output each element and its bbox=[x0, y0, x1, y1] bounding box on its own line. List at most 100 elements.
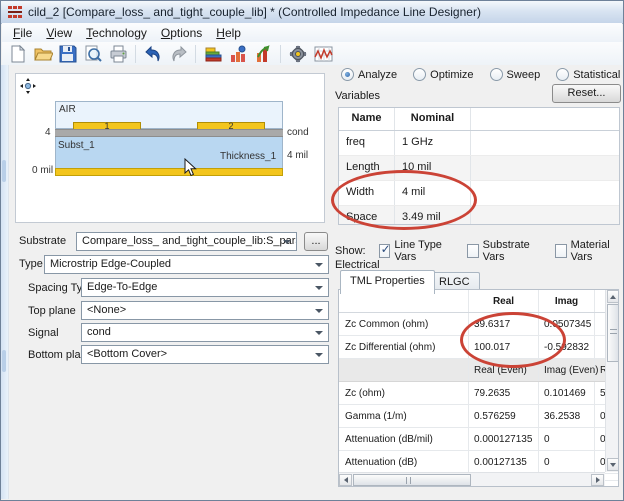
menu-help-accel: H bbox=[216, 26, 225, 40]
cond-label: cond bbox=[287, 127, 309, 138]
var-nominal[interactable]: 3.49 mil bbox=[395, 206, 471, 225]
top-plane-field-label: Top plane bbox=[28, 305, 76, 317]
reset-button[interactable]: Reset... bbox=[552, 84, 621, 103]
radio-analyze[interactable]: Analyze bbox=[341, 68, 397, 81]
checkbox-unchecked-icon bbox=[555, 244, 567, 258]
type-select[interactable]: Microstrip Edge-Coupled bbox=[44, 255, 329, 274]
open-file-button[interactable] bbox=[32, 44, 54, 64]
tml-properties-table[interactable]: Real Imag Zc Common (ohm) 39.6317 0.0507… bbox=[338, 289, 619, 487]
tml-row-label: Gamma (1/m) bbox=[339, 405, 469, 427]
scroll-right-button[interactable] bbox=[591, 474, 604, 486]
chevron-down-icon bbox=[315, 263, 323, 267]
title-bar[interactable]: cild_2 [Compare_loss_ and_tight_couple_l… bbox=[1, 1, 623, 24]
left-splitter[interactable] bbox=[1, 65, 9, 499]
checkbox-line-type-vars-label: Line Type Vars bbox=[394, 239, 453, 263]
new-document-icon bbox=[9, 45, 27, 63]
chevron-down-icon bbox=[315, 331, 323, 335]
plot-marker-button[interactable] bbox=[227, 44, 249, 64]
tml-row-label: Zc Differential (ohm) bbox=[339, 336, 469, 358]
table-row[interactable]: Attenuation (dB) 0.00127135 0 0.001 bbox=[339, 451, 618, 474]
checkbox-substrate-vars[interactable]: Substrate Vars bbox=[467, 239, 542, 263]
menu-file-rest: ile bbox=[20, 26, 32, 40]
menu-file[interactable]: File bbox=[6, 24, 39, 42]
app-window: cild_2 [Compare_loss_ and_tight_couple_l… bbox=[0, 0, 624, 501]
tml-cell-imag: 0.0507345 bbox=[539, 313, 595, 335]
tml-header-imag: Imag bbox=[539, 290, 595, 312]
waveform-plot-icon bbox=[314, 45, 333, 63]
type-select-value: Microstrip Edge-Coupled bbox=[50, 258, 171, 270]
conductor-layer[interactable] bbox=[55, 129, 283, 137]
bottom-cover-layer[interactable] bbox=[55, 168, 283, 176]
scroll-down-button[interactable] bbox=[607, 458, 619, 471]
radio-optimize[interactable]: Optimize bbox=[413, 68, 473, 81]
magnifier-icon bbox=[84, 45, 102, 63]
tml-subheader-row: Real (Even) Imag (Even) Real ( bbox=[339, 359, 618, 382]
signal-field-label: Signal bbox=[28, 327, 59, 339]
redo-button[interactable] bbox=[167, 44, 189, 64]
tab-tml-properties[interactable]: TML Properties bbox=[340, 270, 435, 294]
horizontal-scrollbar[interactable] bbox=[339, 472, 605, 487]
export-chart-button[interactable] bbox=[252, 44, 274, 64]
radio-sweep[interactable]: Sweep bbox=[490, 68, 541, 81]
tml-row-label: Zc Common (ohm) bbox=[339, 313, 469, 335]
scroll-up-button[interactable] bbox=[607, 290, 619, 303]
spacing-type-select[interactable]: Edge-To-Edge bbox=[81, 278, 329, 297]
reset-button-label: Reset... bbox=[568, 87, 606, 99]
radio-dot-icon bbox=[341, 68, 354, 81]
arrow-left-icon bbox=[344, 477, 348, 483]
tml-subheader-imag-even: Imag (Even) bbox=[539, 359, 595, 381]
table-row[interactable]: freq 1 GHz bbox=[339, 131, 619, 156]
coord-top-label: 4 bbox=[45, 127, 51, 138]
show-label: Show: bbox=[335, 245, 366, 257]
menu-technology[interactable]: Technology bbox=[79, 24, 154, 42]
toolbar-separator bbox=[280, 45, 281, 63]
checkbox-line-type-vars[interactable]: Line Type Vars bbox=[379, 239, 454, 263]
radio-statistical[interactable]: Statistical bbox=[556, 68, 620, 81]
substrate-select[interactable]: Compare_loss_ and_tight_couple_lib:S_par… bbox=[76, 232, 297, 251]
table-row[interactable]: Gamma (1/m) 0.576259 36.2538 0.651 bbox=[339, 405, 618, 428]
tml-cell-imag: 0.101469 bbox=[539, 382, 595, 404]
menu-options[interactable]: Options bbox=[154, 24, 209, 42]
menu-view-accel: V bbox=[46, 26, 54, 40]
simulate-button[interactable] bbox=[287, 44, 309, 64]
table-row[interactable]: Width 4 mil bbox=[339, 181, 619, 206]
horizontal-scroll-thumb[interactable] bbox=[353, 474, 471, 486]
checkbox-material-vars-label: Material Vars bbox=[571, 239, 623, 263]
radio-statistical-label: Statistical bbox=[573, 69, 620, 81]
undo-button[interactable] bbox=[142, 44, 164, 64]
variables-table[interactable]: Name Nominal freq 1 GHz Length 10 mil Wi… bbox=[338, 107, 620, 225]
checkbox-material-vars[interactable]: Material Vars bbox=[555, 239, 623, 263]
table-row[interactable]: Length 10 mil bbox=[339, 156, 619, 181]
vertical-scrollbar[interactable] bbox=[605, 290, 619, 472]
var-name: Length bbox=[339, 156, 395, 180]
table-row[interactable]: Zc Differential (ohm) 100.017 -0.592832 bbox=[339, 336, 618, 359]
plot-results-button[interactable] bbox=[312, 44, 334, 64]
save-button[interactable] bbox=[57, 44, 79, 64]
table-row[interactable]: Zc Common (ohm) 39.6317 0.0507345 bbox=[339, 313, 618, 336]
stackup-chart-button[interactable] bbox=[202, 44, 224, 64]
redo-icon bbox=[169, 45, 188, 63]
zoom-button[interactable] bbox=[82, 44, 104, 64]
new-document-button[interactable] bbox=[7, 44, 29, 64]
menu-help[interactable]: Help bbox=[209, 24, 248, 42]
variables-header-name: Name bbox=[339, 108, 395, 130]
var-nominal[interactable]: 4 mil bbox=[395, 181, 471, 205]
vertical-scroll-thumb[interactable] bbox=[607, 304, 619, 362]
substrate-browse-button[interactable]: ... bbox=[304, 232, 328, 251]
air-label: AIR bbox=[59, 104, 76, 115]
tml-cell-real: 39.6317 bbox=[469, 313, 539, 335]
app-icon bbox=[7, 4, 23, 20]
table-row[interactable]: Zc (ohm) 79.2635 0.101469 50.00 bbox=[339, 382, 618, 405]
chevron-down-icon bbox=[315, 353, 323, 357]
print-button[interactable] bbox=[107, 44, 129, 64]
tml-cell-real: 0.576259 bbox=[469, 405, 539, 427]
var-nominal[interactable]: 10 mil bbox=[395, 156, 471, 180]
signal-select[interactable]: cond bbox=[81, 323, 329, 342]
table-row[interactable]: Space 3.49 mil bbox=[339, 206, 619, 225]
menu-view[interactable]: View bbox=[39, 24, 79, 42]
table-row[interactable]: Attenuation (dB/mil) 0.000127135 0 0.000 bbox=[339, 428, 618, 451]
var-nominal[interactable]: 1 GHz bbox=[395, 131, 471, 155]
scroll-left-button[interactable] bbox=[339, 474, 352, 486]
bottom-plane-select[interactable]: <Bottom Cover> bbox=[81, 345, 329, 364]
top-plane-select[interactable]: <None> bbox=[81, 301, 329, 320]
